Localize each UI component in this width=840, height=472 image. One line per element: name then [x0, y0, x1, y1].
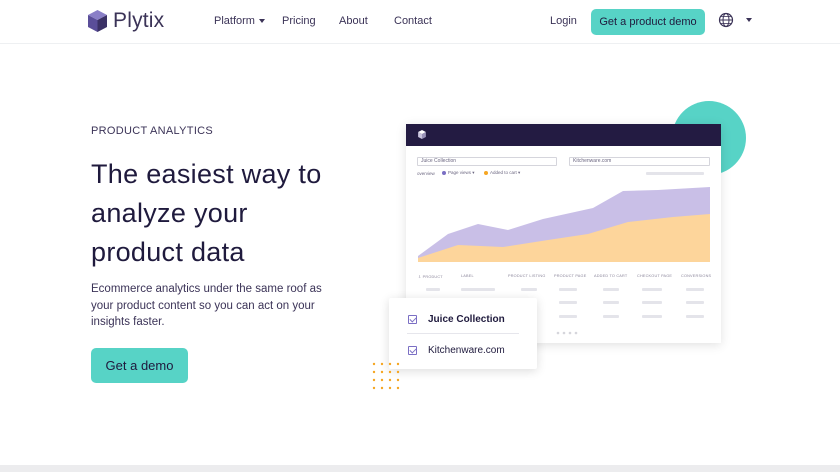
placeholder-cell	[686, 301, 704, 304]
hero-eyebrow: PRODUCT ANALYTICS	[91, 125, 214, 137]
placeholder-cell	[559, 288, 577, 291]
plytix-logo[interactable]: Plytix	[88, 9, 164, 33]
legend-added-to-cart: Added to cart ▾	[484, 170, 520, 176]
placeholder-cell	[559, 301, 577, 304]
dashboard-header-bar	[406, 124, 721, 146]
collection-filter-input: Juice Collection	[417, 157, 557, 166]
placeholder-cell	[686, 315, 704, 318]
juice-collection-label: Juice Collection	[428, 314, 505, 325]
placeholder-cell	[426, 288, 440, 291]
legend-dot	[442, 170, 446, 175]
area-chart	[418, 187, 710, 262]
chevron-down-icon	[258, 19, 265, 24]
globe-icon[interactable]	[718, 12, 734, 28]
column-header-checkout-page: CHECKOUT PAGE	[637, 274, 673, 278]
channel-filter-input: Kitchenware.com	[569, 157, 710, 166]
nav-about[interactable]: About	[339, 15, 368, 27]
logo-text: Plytix	[113, 9, 165, 32]
nav-platform-label: Platform	[214, 15, 255, 27]
placeholder-cell	[642, 315, 662, 318]
placeholder-cell	[686, 288, 704, 291]
legend-dot	[484, 170, 488, 175]
hero-headline: The easiest way to analyze your product …	[91, 155, 361, 272]
nav-contact[interactable]: Contact	[394, 15, 432, 27]
column-header-added-to-cart: ADDED TO CART	[594, 274, 628, 278]
divider	[407, 333, 519, 334]
legend-page-views-label: Page views	[448, 170, 472, 175]
placeholder-cell	[521, 288, 537, 291]
column-header-product-listing: PRODUCT LISTING	[508, 274, 546, 278]
legend-page-views: Page views ▾	[442, 170, 475, 176]
headline-line-3: product data	[91, 237, 245, 267]
footer-strip	[0, 465, 840, 472]
placeholder-cell	[603, 315, 619, 318]
placeholder-cell	[642, 288, 662, 291]
kitchenware-checkbox[interactable]	[408, 346, 417, 355]
get-product-demo-button[interactable]: Get a product demo	[591, 9, 705, 35]
login-link[interactable]: Login	[550, 15, 577, 27]
nav-platform[interactable]: Platform	[214, 15, 265, 27]
placeholder-cell	[603, 301, 619, 304]
placeholder-bar	[646, 172, 704, 175]
hero-description: Ecommerce analytics under the same roof …	[91, 283, 322, 328]
decorative-dot-grid	[372, 362, 400, 390]
top-navigation: Plytix Platform Pricing About Contact Lo…	[0, 0, 840, 44]
placeholder-cell	[603, 288, 619, 291]
kitchenware-label: Kitchenware.com	[428, 345, 505, 356]
juice-collection-checkbox[interactable]	[408, 315, 417, 324]
headline-line-1: The easiest way to	[91, 159, 322, 189]
nav-pricing[interactable]: Pricing	[282, 15, 316, 27]
language-dropdown-icon[interactable]	[746, 18, 752, 22]
cube-logo-icon	[88, 10, 107, 32]
column-header-label: LABEL	[461, 274, 474, 278]
placeholder-cell	[461, 288, 495, 291]
pagination-dots	[556, 331, 578, 335]
headline-line-2: analyze your	[91, 198, 248, 228]
column-header-product-page: PRODUCT PAGE	[554, 274, 587, 278]
get-demo-button[interactable]: Get a demo	[91, 348, 188, 383]
column-header-product: ⇩ PRODUCT	[418, 275, 443, 279]
placeholder-cell	[642, 301, 662, 304]
column-header-conversions: CONVERSIONS	[681, 274, 712, 278]
collection-selector-popup: Juice Collection Kitchenware.com	[389, 298, 537, 369]
cube-logo-icon	[418, 130, 426, 139]
legend-added-to-cart-label: Added to cart	[490, 170, 517, 175]
overview-label: overview	[417, 171, 435, 176]
column-header-product-label: PRODUCT	[422, 275, 443, 279]
placeholder-cell	[559, 315, 577, 318]
